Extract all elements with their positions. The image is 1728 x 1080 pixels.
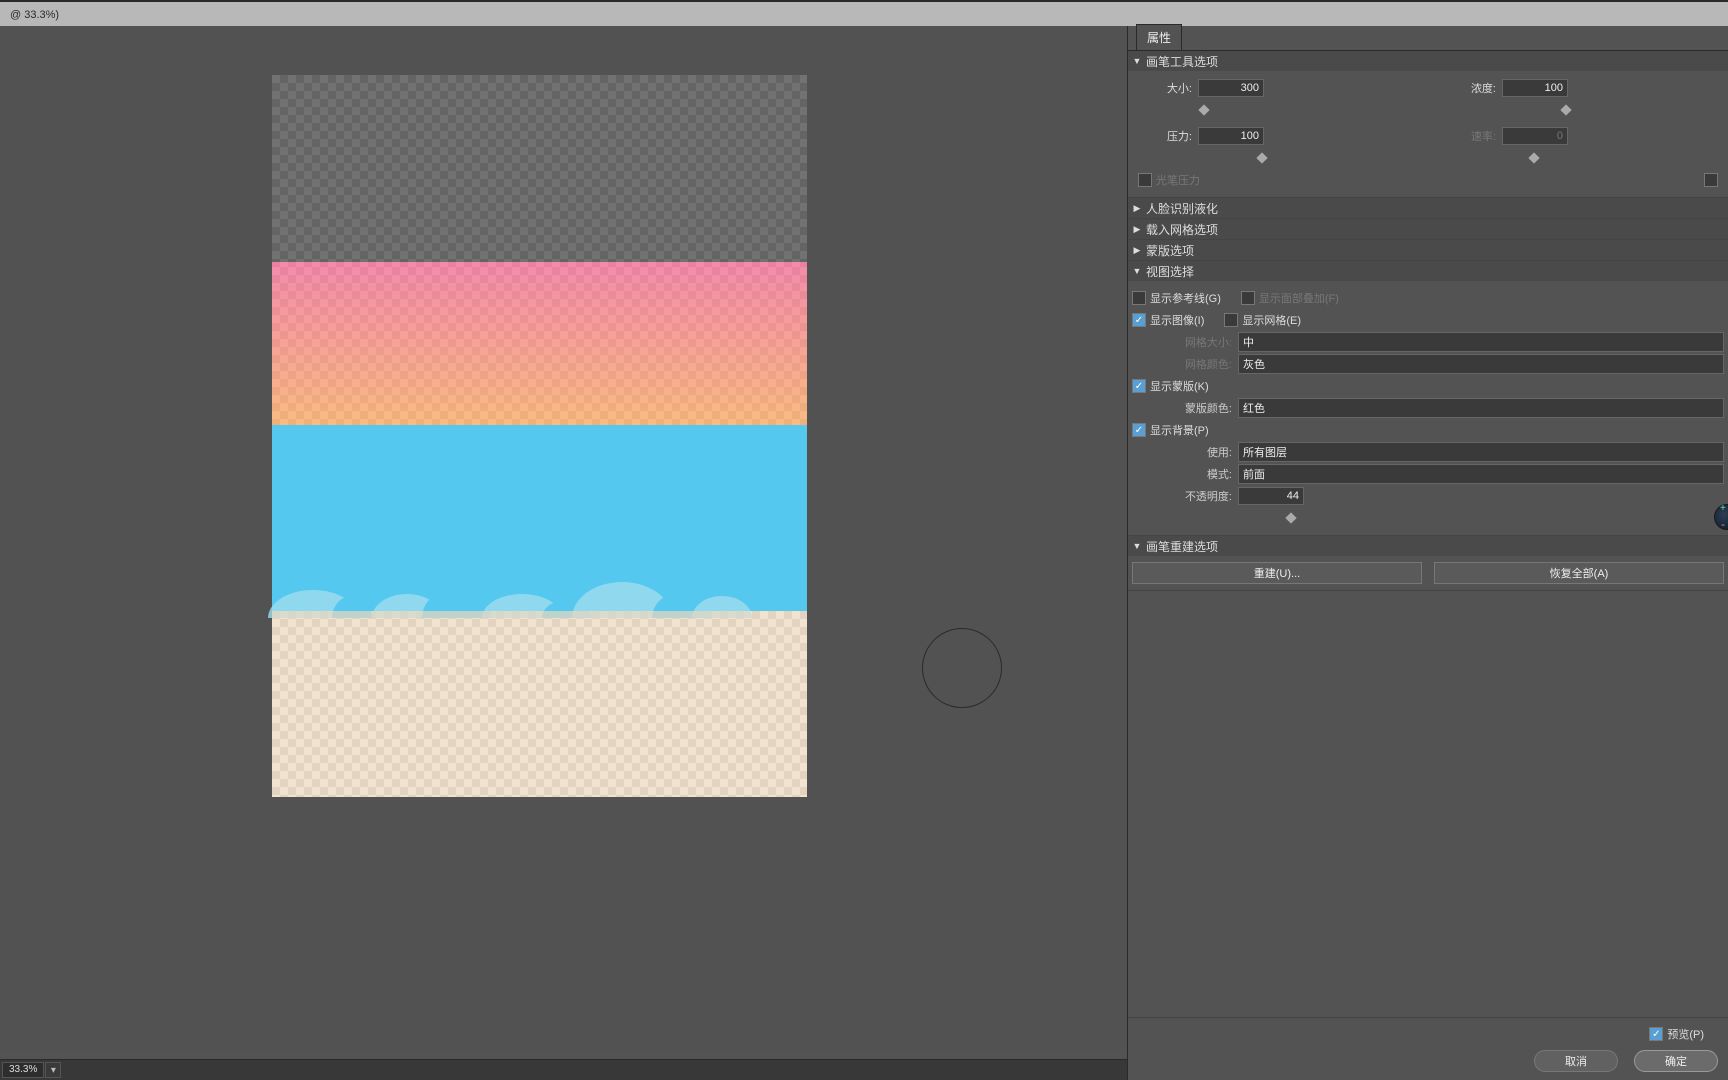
- disclosure-down-icon: ▼: [1132, 56, 1142, 66]
- density-input[interactable]: [1502, 79, 1568, 97]
- rebuild-button[interactable]: 重建(U)...: [1132, 562, 1422, 584]
- show-mesh-label: 显示网格(E): [1242, 312, 1301, 328]
- section-face-detect-title: 人脸识别液化: [1146, 200, 1218, 217]
- preview-checkbox[interactable]: ✓: [1649, 1027, 1663, 1041]
- section-reconstruct: ▼ 画笔重建选项 重建(U)... 恢复全部(A): [1128, 536, 1728, 591]
- pen-pressure-left-checkbox: [1138, 173, 1152, 187]
- show-bg-label: 显示背景(P): [1150, 422, 1209, 438]
- zoom-control[interactable]: 33.3% ▾: [2, 1062, 61, 1078]
- mask-color-select[interactable]: 红色: [1238, 398, 1724, 418]
- document-canvas[interactable]: [272, 75, 807, 797]
- zoom-value[interactable]: 33.3%: [2, 1062, 44, 1078]
- pressure-label: 压力:: [1132, 128, 1192, 144]
- density-slider[interactable]: [1502, 108, 1566, 114]
- section-mask-opts: ▶ 蒙版选项: [1128, 240, 1728, 261]
- opacity-slider[interactable]: [1238, 516, 1358, 522]
- preview-label: 预览(P): [1667, 1026, 1704, 1042]
- section-load-mesh-title: 载入网格选项: [1146, 221, 1218, 238]
- document-tab-bar: @ 33.3%): [0, 0, 1728, 28]
- rate-slider[interactable]: [1502, 156, 1566, 162]
- layer-blue: [272, 425, 807, 611]
- document-tab[interactable]: @ 33.3%): [0, 4, 69, 26]
- rate-label: 速率:: [1436, 128, 1496, 144]
- use-select[interactable]: 所有图层: [1238, 442, 1724, 462]
- mode-label: 模式:: [1132, 466, 1232, 482]
- size-label: 大小:: [1132, 80, 1192, 96]
- zoom-dropdown-icon[interactable]: ▾: [45, 1062, 61, 1078]
- disclosure-down-icon: ▼: [1132, 541, 1142, 551]
- size-slider[interactable]: [1198, 108, 1262, 114]
- restore-all-button[interactable]: 恢复全部(A): [1434, 562, 1724, 584]
- section-face-detect: ▶ 人脸识别液化: [1128, 198, 1728, 219]
- show-mask-label: 显示蒙版(K): [1150, 378, 1209, 394]
- cancel-button[interactable]: 取消: [1534, 1050, 1618, 1072]
- opacity-input[interactable]: [1238, 487, 1304, 505]
- show-face-overlay-label: 显示面部叠加(F): [1259, 290, 1339, 306]
- section-brush-tool: ▼ 画笔工具选项 大小: 浓度:: [1128, 51, 1728, 198]
- section-face-detect-header[interactable]: ▶ 人脸识别液化: [1128, 198, 1728, 218]
- section-mask-opts-title: 蒙版选项: [1146, 242, 1194, 259]
- properties-tab[interactable]: 属性: [1128, 26, 1728, 51]
- show-image-checkbox[interactable]: ✓: [1132, 313, 1146, 327]
- layer-sand: [272, 611, 807, 797]
- show-mesh-checkbox[interactable]: [1224, 313, 1238, 327]
- pen-pressure-label: 光笔压力: [1156, 172, 1200, 188]
- rate-input: [1502, 127, 1568, 145]
- show-guides-checkbox[interactable]: [1132, 291, 1146, 305]
- section-mask-opts-header[interactable]: ▶ 蒙版选项: [1128, 240, 1728, 260]
- pressure-input[interactable]: [1198, 127, 1264, 145]
- show-face-overlay-checkbox: [1241, 291, 1255, 305]
- section-view-opts-title: 视图选择: [1146, 263, 1194, 280]
- mesh-size-select: 中: [1238, 332, 1724, 352]
- opacity-label: 不透明度:: [1132, 488, 1232, 504]
- pressure-slider[interactable]: [1198, 156, 1262, 162]
- section-reconstruct-header[interactable]: ▼ 画笔重建选项: [1128, 536, 1728, 556]
- show-bg-checkbox[interactable]: ✓: [1132, 423, 1146, 437]
- mesh-size-label: 网格大小:: [1132, 334, 1232, 350]
- mask-color-label: 蒙版颜色:: [1132, 400, 1232, 416]
- section-brush-tool-header[interactable]: ▼ 画笔工具选项: [1128, 51, 1728, 71]
- size-input[interactable]: [1198, 79, 1264, 97]
- show-mask-checkbox[interactable]: ✓: [1132, 379, 1146, 393]
- section-load-mesh: ▶ 载入网格选项: [1128, 219, 1728, 240]
- layer-gradient: [272, 262, 807, 425]
- section-view-opts: ▼ 视图选择 显示参考线(G) 显示面部叠加(F) ✓ 显示图像(I) 显示网格(…: [1128, 261, 1728, 536]
- mesh-color-label: 网格颜色:: [1132, 356, 1232, 372]
- mesh-color-select: 灰色: [1238, 354, 1724, 374]
- section-brush-tool-title: 画笔工具选项: [1146, 53, 1218, 70]
- section-reconstruct-title: 画笔重建选项: [1146, 538, 1218, 555]
- ok-button[interactable]: 确定: [1634, 1050, 1718, 1072]
- disclosure-right-icon: ▶: [1132, 224, 1142, 235]
- disclosure-right-icon: ▶: [1132, 245, 1142, 256]
- use-label: 使用:: [1132, 444, 1232, 460]
- disclosure-right-icon: ▶: [1132, 203, 1142, 214]
- disclosure-down-icon: ▼: [1132, 266, 1142, 276]
- panel-footer: ✓ 预览(P) 取消 确定: [1128, 1017, 1728, 1080]
- properties-panel: 属性 ▼ 画笔工具选项 大小: 浓度:: [1127, 26, 1728, 1080]
- mode-select[interactable]: 前面: [1238, 464, 1724, 484]
- density-label: 浓度:: [1436, 80, 1496, 96]
- section-load-mesh-header[interactable]: ▶ 载入网格选项: [1128, 219, 1728, 239]
- layer-top-dark: [272, 75, 807, 262]
- pen-pressure-right-checkbox: [1704, 173, 1718, 187]
- canvas-viewport[interactable]: [0, 26, 1128, 1050]
- show-guides-label: 显示参考线(G): [1150, 290, 1221, 306]
- properties-tab-label: 属性: [1136, 24, 1182, 50]
- brush-cursor: [922, 628, 1002, 708]
- show-image-label: 显示图像(I): [1150, 312, 1204, 328]
- section-view-opts-header[interactable]: ▼ 视图选择: [1128, 261, 1728, 281]
